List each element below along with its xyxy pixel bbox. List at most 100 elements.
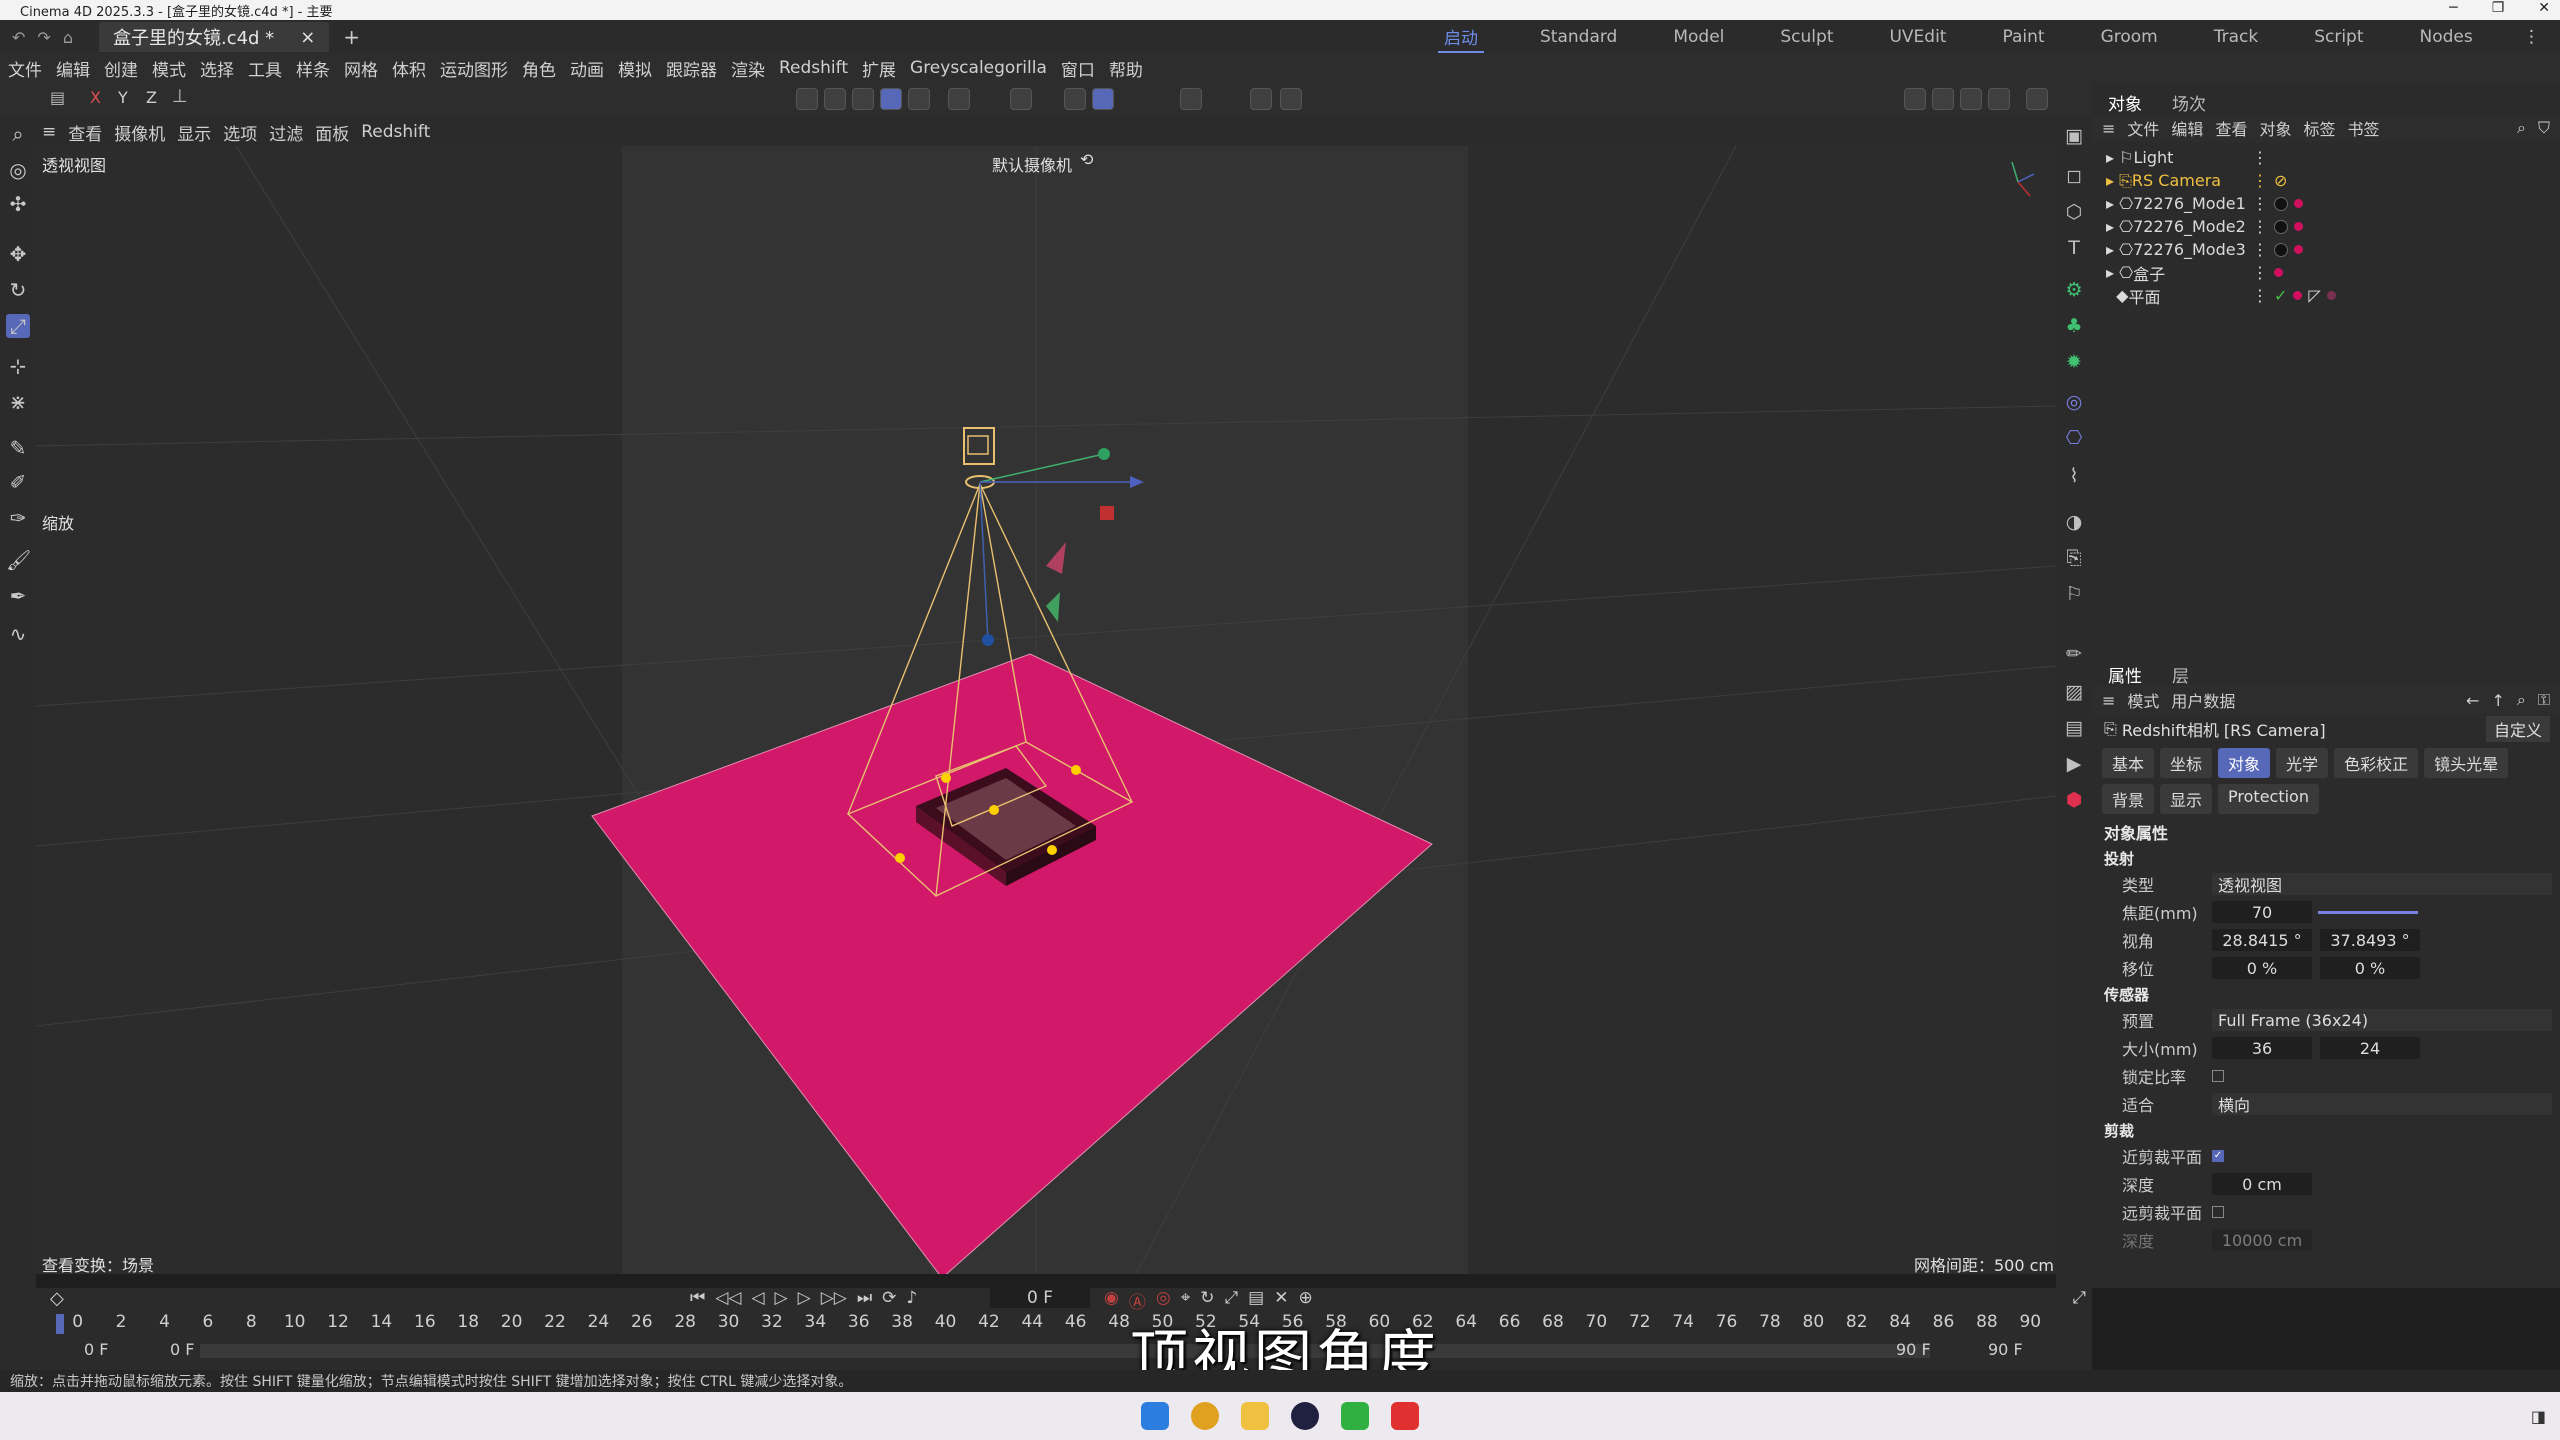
timeline-ruler[interactable]: 0 2 4 6 8 10 12 14 16 18 20 22 24 26 28 30 32 34 36 38 40 42 4… (56, 1312, 2052, 1336)
layout-model[interactable]: Model (1673, 27, 1724, 47)
undo-history-icon[interactable]: ▤ (50, 88, 65, 107)
back-arrow-icon[interactable]: ← (2466, 691, 2479, 710)
redshift-icon[interactable]: ⬢ (2062, 788, 2086, 812)
viewport-camera-label[interactable]: 默认摄像机 (992, 152, 1072, 176)
tab-takes[interactable]: 场次 (2172, 90, 2206, 115)
loop-icon[interactable]: ⟳ (882, 1288, 896, 1308)
focal-length-slider[interactable] (2318, 910, 2418, 914)
shift-y-field[interactable]: 0 % (2320, 957, 2420, 979)
material-tag-icon[interactable] (2326, 291, 2336, 300)
timeline-expand-icon[interactable]: ⤢ (2072, 1288, 2086, 1308)
effector-icon[interactable]: ✹ (2062, 350, 2086, 374)
menu-redshift[interactable]: Redshift (779, 58, 848, 78)
preset-dropdown[interactable]: 自定义 (2485, 716, 2550, 742)
polygon-mode-icon[interactable] (880, 88, 902, 110)
material-tag-icon[interactable] (2274, 268, 2283, 277)
om-menu-edit[interactable]: 编辑 (2171, 116, 2203, 140)
layout-startup[interactable]: 启动 (1438, 22, 1484, 53)
subtab-object[interactable]: 对象 (2218, 748, 2271, 778)
layout-nodes[interactable]: Nodes (2420, 27, 2473, 47)
layout-groom[interactable]: Groom (2101, 27, 2158, 47)
rotate-icon[interactable]: ↻ (6, 278, 30, 302)
om-filter-icon[interactable]: ⛉ (2538, 118, 2550, 138)
object-row-box[interactable]: ▸ ⎔ 盒子 ⋮ (2092, 261, 2560, 284)
visibility-dots[interactable]: ⋮ (2252, 217, 2268, 236)
spline-pen-icon[interactable]: ✎ (6, 436, 30, 460)
layout-track[interactable]: Track (2214, 27, 2258, 47)
om-menu-file[interactable]: 文件 (2127, 116, 2159, 140)
menu-tools[interactable]: 工具 (248, 56, 282, 81)
prev-key-icon[interactable]: ◁◁ (715, 1288, 741, 1308)
menu-volume[interactable]: 体积 (392, 56, 426, 81)
add-tab-button[interactable]: + (343, 25, 360, 49)
attr-search-icon[interactable]: ⌕ (2517, 690, 2526, 710)
next-key-icon[interactable]: ▷▷ (821, 1288, 847, 1308)
picture-viewer-icon[interactable] (1932, 88, 1954, 110)
close-icon[interactable]: ✕ (2538, 0, 2550, 16)
menu-greyscalegorilla[interactable]: Greyscalegorilla (910, 58, 1047, 78)
coordinate-system-icon[interactable]: ⊥ (172, 86, 188, 107)
tab-objects[interactable]: 对象 (2108, 90, 2142, 115)
magnet-icon[interactable] (1010, 88, 1032, 110)
snap-icon[interactable] (1064, 88, 1086, 110)
attr-menu-mode[interactable]: 模式 (2127, 688, 2159, 712)
uv-tag-icon[interactable]: ◸ (2308, 286, 2320, 305)
go-to-start-icon[interactable]: ⏮ (690, 1288, 705, 1308)
cube-primitive-icon[interactable]: ◻ (2062, 164, 2086, 188)
attr-menu-userdata[interactable]: 用户数据 (2171, 688, 2235, 712)
minimize-icon[interactable]: ─ (2449, 0, 2457, 16)
brush-icon[interactable]: 🖌 (6, 548, 31, 572)
spline-sketch-icon[interactable]: ✐ (6, 470, 30, 494)
subtab-display[interactable]: 显示 (2160, 784, 2213, 814)
viewport-menu-view[interactable]: 查看 (68, 120, 102, 145)
menu-render[interactable]: 渲染 (731, 56, 765, 81)
go-to-end-icon[interactable]: ⏭ (857, 1288, 872, 1308)
material-tag-icon[interactable] (2274, 196, 2288, 211)
select-icon[interactable]: ◎ (6, 158, 30, 182)
subtab-optics[interactable]: 光学 (2276, 748, 2329, 778)
sculpt-icon[interactable]: ∿ (6, 622, 30, 646)
axis-mode-icon[interactable] (948, 88, 970, 110)
menu-simulate[interactable]: 模拟 (618, 56, 652, 81)
viewport-menu-display[interactable]: 显示 (177, 120, 211, 145)
menu-help[interactable]: 帮助 (1109, 56, 1143, 81)
render-settings-icon[interactable] (1250, 88, 1272, 110)
object-row-model3[interactable]: ▸ ⎔ 72276_Mode3 ⋮ (2092, 238, 2560, 261)
focal-length-field[interactable]: 70 (2212, 901, 2312, 923)
document-tab[interactable]: 盒子里的女镜.c4d * × (98, 22, 330, 52)
material-tag-icon[interactable] (2274, 242, 2288, 257)
play-icon[interactable]: ▷ (775, 1288, 788, 1308)
subtab-lens-flare[interactable]: 镜头光晕 (2424, 748, 2509, 778)
axis-y-toggle[interactable]: Y (118, 88, 128, 107)
object-row-model1[interactable]: ▸ ⎔ 72276_Mode1 ⋮ (2092, 192, 2560, 215)
record-icon[interactable]: ◉ (1104, 1288, 1119, 1313)
deformer-icon[interactable]: ◎ (2062, 390, 2086, 414)
om-menu-view[interactable]: 查看 (2215, 116, 2247, 140)
object-row-plane[interactable]: ◆ 平面 ⋮ ✓ ◸ (2092, 284, 2560, 307)
play-render-icon[interactable]: ▶ (2062, 752, 2086, 776)
spline-smooth-icon[interactable]: ✑ (6, 506, 30, 530)
menu-window[interactable]: 窗口 (1061, 56, 1095, 81)
subtab-basic[interactable]: 基本 (2102, 748, 2155, 778)
menu-character[interactable]: 角色 (522, 56, 556, 81)
viewport-layout-icon[interactable]: ▣ (2062, 124, 2086, 148)
symmetry-icon[interactable] (1180, 88, 1202, 110)
subtab-coord[interactable]: 坐标 (2160, 748, 2213, 778)
spline-icon[interactable]: ⌇ (2062, 464, 2086, 488)
preview-start-field[interactable]: 0 F (170, 1340, 194, 1359)
fov-horizontal-field[interactable]: 28.8415 ° (2212, 929, 2312, 951)
move-icon[interactable]: ✥ (6, 242, 30, 266)
field-icon[interactable]: ⎔ (2062, 426, 2086, 450)
axis-z-toggle[interactable]: Z (146, 88, 157, 107)
sensor-width-field[interactable]: 36 (2212, 1037, 2312, 1059)
render-view-icon[interactable] (1280, 88, 1302, 110)
knife-icon[interactable]: ✒ (6, 584, 30, 608)
notification-icon[interactable]: ◨ (2531, 1407, 2546, 1426)
menu-tracker[interactable]: 跟踪器 (666, 56, 717, 81)
menu-icon[interactable]: ≡ (2102, 119, 2115, 138)
menu-select[interactable]: 选择 (200, 56, 234, 81)
camera-switch-icon[interactable]: ⟲ (1080, 150, 1093, 169)
visibility-dots[interactable]: ⋮ (2252, 240, 2268, 259)
perspective-viewport[interactable]: 透视视图 默认摄像机 ⟲ 缩放 查看变换：场景 网格间距：500 cm (36, 146, 2056, 1274)
layout-paint[interactable]: Paint (2002, 27, 2044, 47)
